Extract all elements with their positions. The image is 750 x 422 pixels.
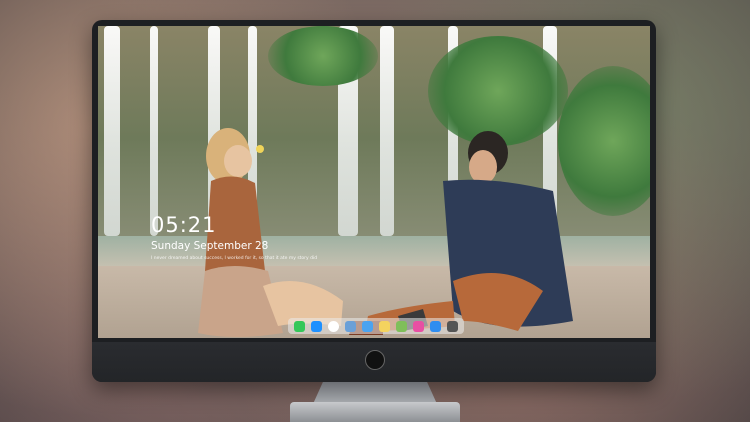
lock-screen-date: Sunday September 28 bbox=[151, 240, 269, 252]
man-figure bbox=[349, 131, 573, 335]
app-store-icon[interactable] bbox=[430, 320, 441, 332]
itunes-icon[interactable] bbox=[413, 320, 424, 332]
lock-screen-time: 05:21 bbox=[151, 213, 217, 237]
monitor-stand-neck bbox=[313, 382, 437, 404]
brand-logo-icon bbox=[365, 350, 385, 370]
folder-icon[interactable] bbox=[362, 320, 373, 332]
photos-icon[interactable] bbox=[396, 320, 407, 332]
waterfall bbox=[104, 26, 120, 236]
preview-icon[interactable] bbox=[345, 320, 356, 332]
monitor-chin bbox=[92, 342, 656, 382]
notes-icon[interactable] bbox=[379, 320, 390, 332]
monitor-stand-base bbox=[290, 402, 460, 422]
desktop-screen: 05:21 Sunday September 28 I never dreame… bbox=[98, 26, 650, 338]
monitor: 05:21 Sunday September 28 I never dreame… bbox=[92, 20, 656, 382]
waterfall bbox=[150, 26, 158, 236]
messages-icon[interactable] bbox=[294, 320, 305, 332]
camera-icon[interactable] bbox=[447, 320, 458, 332]
finder-icon[interactable] bbox=[311, 320, 322, 332]
lock-screen-note: I never dreamed about success, I worked … bbox=[151, 256, 318, 261]
clock-icon[interactable] bbox=[328, 320, 339, 332]
woman-figure bbox=[198, 128, 343, 337]
dock bbox=[288, 318, 464, 334]
foliage bbox=[268, 26, 378, 86]
